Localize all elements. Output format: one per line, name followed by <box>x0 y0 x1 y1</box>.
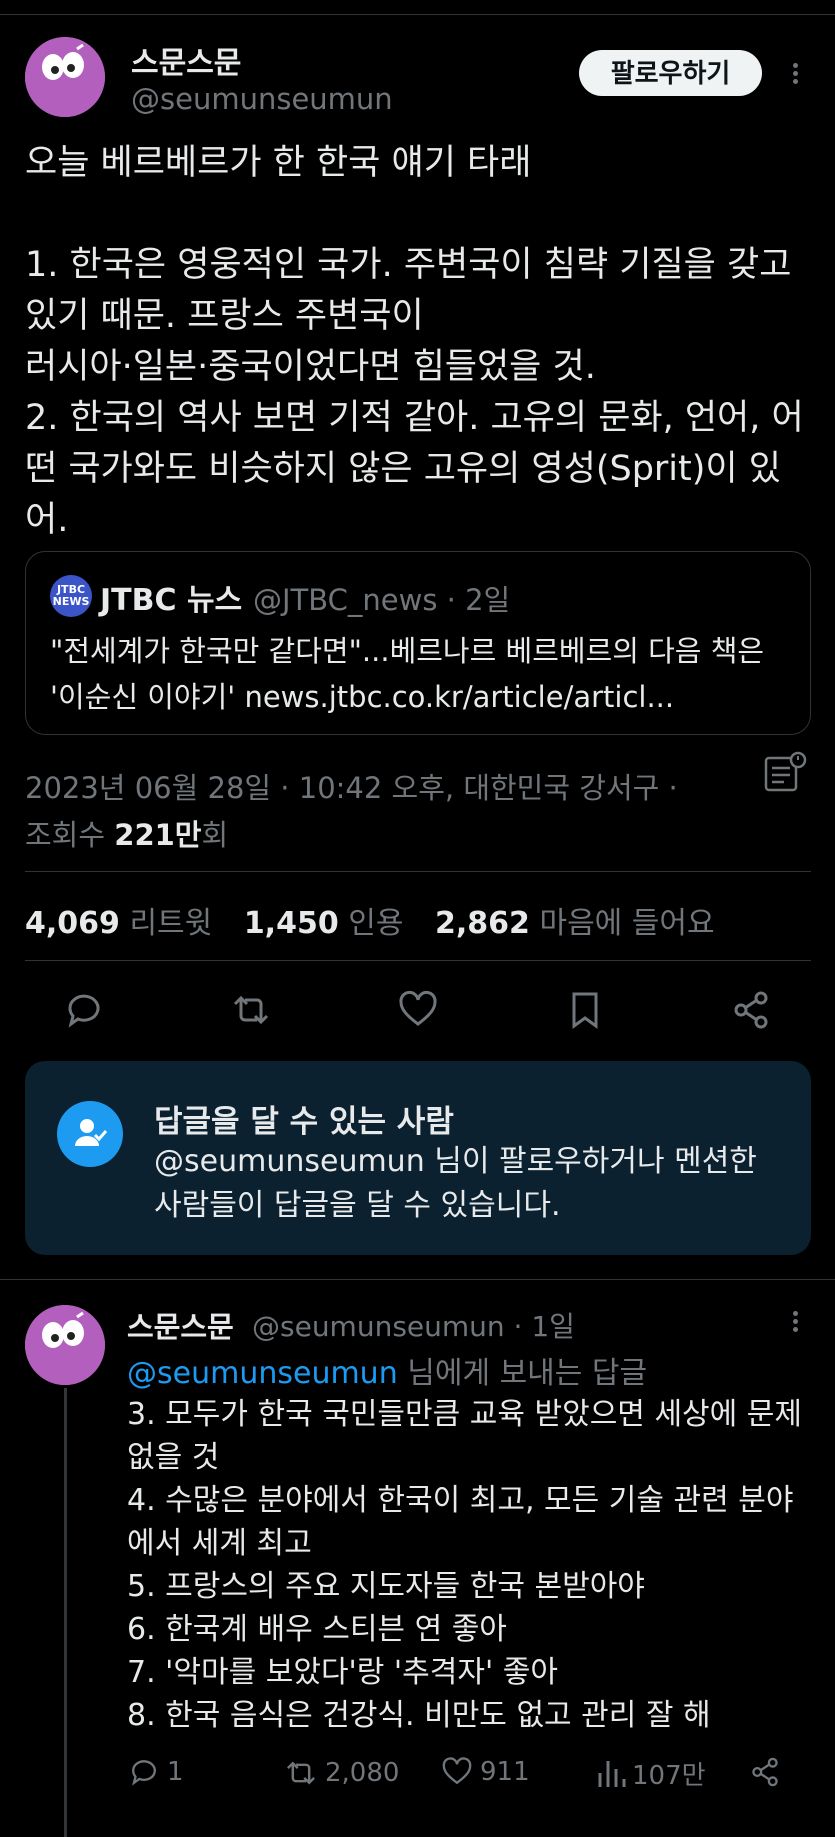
tweet-meta: 2023년 06월 28일 · 10:42 오후, 대한민국 강서구 · 조회수… <box>25 765 725 859</box>
views-value: 221만 <box>114 818 202 852</box>
views-icon <box>598 1760 626 1787</box>
retweet-stat[interactable]: 4,069 리트윗 <box>25 898 212 942</box>
author-avatar[interactable] <box>25 37 105 117</box>
reply-views-button[interactable]: 107만 <box>596 1755 706 1792</box>
analytics-icon[interactable] <box>762 750 808 796</box>
reply-author-handle[interactable]: @seumunseumun · 1일 <box>252 1305 575 1345</box>
quote-stat[interactable]: 1,450 인용 <box>244 898 404 942</box>
reply-author-avatar[interactable] <box>25 1305 105 1385</box>
quoted-author-name: JTBC 뉴스 <box>100 583 243 618</box>
reply-author-name[interactable]: 스문스문 <box>127 1304 234 1346</box>
quoted-author-handle: @JTBC_news · 2일 <box>253 583 511 617</box>
divider <box>25 960 811 961</box>
author-name[interactable]: 스문스문 <box>131 38 241 82</box>
top-divider <box>0 14 835 15</box>
author-handle[interactable]: @seumunseumun <box>131 82 393 116</box>
replying-to: @seumunseumun 님에게 보내는 답글 <box>127 1356 648 1391</box>
tweet-text: 오늘 베르베르가 한 한국 얘기 타래 1. 한국은 영웅적인 국가. 주변국이… <box>25 143 804 540</box>
divider <box>25 871 811 872</box>
reply-icon[interactable] <box>62 988 106 1032</box>
reply-restriction-description: @seumunseumun 님이 팔로우하거나 멘션한 사람들이 답글을 달 수… <box>154 1144 757 1223</box>
jtbc-logo-icon: JTBC NEWS <box>50 575 92 617</box>
timestamp[interactable]: 2023년 06월 28일 · 10:42 오후, 대한민국 강서구 · <box>25 765 725 812</box>
reply-like-button[interactable]: 911 <box>440 1755 530 1789</box>
reply-icon <box>132 1760 156 1786</box>
divider <box>0 1279 835 1280</box>
retweet-icon <box>287 1761 315 1785</box>
bookmark-icon[interactable] <box>563 988 607 1032</box>
views-suffix: 회 <box>201 818 229 852</box>
reply-more-icon[interactable] <box>785 1308 805 1335</box>
thread-line <box>64 1388 67 1837</box>
views-label: 조회수 <box>25 818 106 852</box>
reply-retweet-button[interactable]: 2,080 <box>283 1755 399 1791</box>
reply-restriction-title: 답글을 달 수 있는 사람 <box>154 1104 454 1140</box>
share-icon[interactable] <box>729 988 773 1032</box>
share-icon <box>752 1757 778 1787</box>
more-icon[interactable] <box>785 60 805 87</box>
tweet-stats: 4,069 리트윗 1,450 인용 2,862 마음에 들어요 <box>25 898 737 942</box>
like-icon[interactable] <box>396 988 440 1032</box>
like-icon <box>442 1757 472 1785</box>
like-stat[interactable]: 2,862 마음에 들어요 <box>435 898 715 942</box>
avatar-face-icon <box>25 1305 105 1385</box>
reply-share-button[interactable] <box>748 1755 788 1789</box>
reply-reply-button[interactable]: 1 <box>127 1755 184 1789</box>
avatar-face-icon <box>25 37 105 117</box>
follow-button[interactable]: 팔로우하기 <box>579 50 762 96</box>
reply-text: 3. 모두가 한국 국민들만큼 교육 받았으면 세상에 문제 없을 것 4. 수… <box>127 1397 802 1733</box>
quoted-text: "전세계가 한국만 같다면"...베르나르 베르베르의 다음 책은 '이순신 이… <box>50 634 765 714</box>
replying-to-mention[interactable]: @seumunseumun <box>127 1356 398 1391</box>
retweet-icon[interactable] <box>229 988 273 1032</box>
person-check-icon <box>57 1101 123 1167</box>
